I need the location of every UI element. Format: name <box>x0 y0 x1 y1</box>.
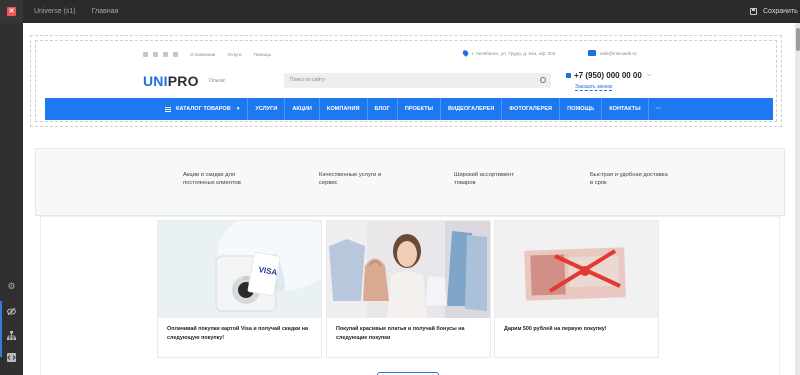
nav-item-more[interactable]: ··· <box>649 98 669 120</box>
nav-item-contacts[interactable]: Контакты <box>602 98 649 120</box>
nav-item-photo-gallery[interactable]: Фотогалерея <box>502 98 561 120</box>
logo-part-uni: UNI <box>143 73 168 89</box>
callback-link[interactable]: Заказать звонок <box>575 84 613 91</box>
chevron-down-icon[interactable]: ⌵ <box>647 72 652 79</box>
feature-item: Качественные услуги и сервис <box>319 172 382 186</box>
feature-item: Широкий ассортимент товаров <box>454 172 514 186</box>
utility-link-services[interactable]: Услуги <box>227 52 241 57</box>
page-canvas: О компании Услуги Помощь г. Челябинск, у… <box>23 23 795 375</box>
eye-off-icon[interactable] <box>7 307 16 316</box>
promo-card[interactable]: VISA Оплачивай покупки картой Visa и пол… <box>158 221 321 357</box>
save-icon <box>750 8 757 15</box>
phone[interactable]: +7 (950) 000 00 00 ⌵ <box>566 71 651 80</box>
card-image-banknote <box>495 221 658 318</box>
nav-item-projects[interactable]: Проекты <box>398 98 442 120</box>
nav-item-video-gallery[interactable]: Видеогалерея <box>441 98 503 120</box>
nav-item-company[interactable]: Компания <box>320 98 368 120</box>
address-text: г. Челябинск, ул. Труда, д. 64а, оф. 203 <box>472 50 556 56</box>
tab-site-universe[interactable]: Universe (s1) <box>34 8 76 15</box>
main-nav: Каталог товаров ▾ Услуги Акции Компания … <box>45 98 773 120</box>
location-pin-icon <box>461 49 470 57</box>
caret-down-icon: ▾ <box>236 106 240 112</box>
instagram-icon[interactable] <box>153 51 158 57</box>
utility-link-about[interactable]: О компании <box>190 52 215 57</box>
save-button[interactable]: Сохранить <box>742 0 800 23</box>
menu-icon <box>165 106 171 112</box>
app-logo-icon[interactable]: ✕ <box>0 0 23 23</box>
feature-item: Акции и скидки для постоянных клиентов <box>183 172 241 186</box>
card-image-dresses <box>327 221 490 318</box>
card-title[interactable]: Оплачивай покупки картой Visa и получай … <box>167 325 315 343</box>
tab-home-page[interactable]: Главная <box>92 8 119 15</box>
search-icon[interactable] <box>540 77 546 83</box>
city-selector[interactable]: Ольгас <box>209 78 225 84</box>
scrollbar-thumb[interactable] <box>795 28 800 51</box>
promo-card[interactable]: Покупай красивые платья и получай бонусы… <box>327 221 490 357</box>
feature-item: Быстрая и удобная доставка в срок <box>590 172 668 186</box>
nav-item-label: Каталог товаров <box>176 106 231 112</box>
search-placeholder: Поиск по сайту <box>290 77 326 83</box>
card-title[interactable]: Дарим 500 рублей на первую покупку! <box>504 325 652 334</box>
editor-topbar: ✕ Universe (s1) Главная Сохранить <box>0 0 800 23</box>
phone-icon <box>566 73 571 78</box>
header-brand-row: UNI PRO Ольгас Поиск по сайту +7 (950) 00… <box>143 69 673 95</box>
nav-item-help[interactable]: Помощь <box>560 98 603 120</box>
utility-link-help[interactable]: Помощь <box>253 52 271 57</box>
search-input[interactable]: Поиск по сайту <box>284 73 551 88</box>
card-image-visa: VISA <box>158 221 321 318</box>
gear-icon[interactable]: ⚙ <box>7 282 16 291</box>
vk-icon[interactable] <box>143 51 148 57</box>
address: г. Челябинск, ул. Труда, д. 64а, оф. 203 <box>461 49 556 57</box>
site-logo[interactable]: UNI PRO <box>143 73 199 89</box>
nav-item-promotions[interactable]: Акции <box>285 98 320 120</box>
page-scrollbar[interactable] <box>795 23 800 375</box>
active-tool-marker <box>0 301 2 357</box>
nav-item-services[interactable]: Услуги <box>248 98 286 120</box>
facebook-icon[interactable] <box>163 51 168 57</box>
utility-bar: О компании Услуги Помощь г. Челябинск, у… <box>143 48 673 60</box>
features-band: Акции и скидки для постоянных клиентов К… <box>35 148 785 216</box>
save-button-label: Сохранить <box>763 8 798 15</box>
editor-tool-rail: ⚙ <box>0 23 23 375</box>
card-title[interactable]: Покупай красивые платья и получай бонусы… <box>336 325 484 343</box>
mail-icon <box>588 50 596 56</box>
promo-card[interactable]: Дарим 500 рублей на первую покупку! <box>495 221 658 357</box>
code-icon[interactable] <box>7 353 16 362</box>
sitemap-icon[interactable] <box>7 331 16 340</box>
email[interactable]: sale@intecweb.ru <box>588 50 637 56</box>
logo-part-pro: PRO <box>167 73 199 89</box>
nav-item-blog[interactable]: Блог <box>368 98 398 120</box>
email-text[interactable]: sale@intecweb.ru <box>600 51 637 56</box>
twitter-icon[interactable] <box>173 51 178 57</box>
nav-item-catalog[interactable]: Каталог товаров ▾ <box>159 98 249 120</box>
phone-number[interactable]: +7 (950) 000 00 00 <box>574 71 642 80</box>
